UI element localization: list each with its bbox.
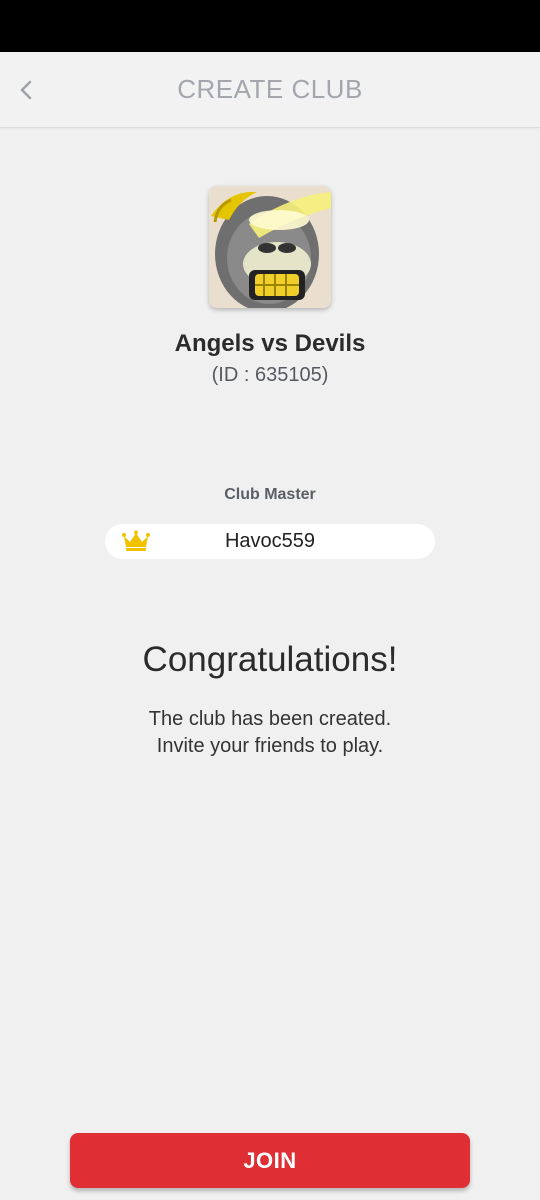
club-avatar xyxy=(209,186,331,308)
club-master-name: Havoc559 xyxy=(224,530,316,552)
success-message: The club has been created. Invite your f… xyxy=(0,706,540,760)
app-header: CREATE CLUB xyxy=(0,52,540,128)
status-bar xyxy=(0,0,540,52)
success-message-line-1: The club has been created. xyxy=(148,708,392,730)
club-id: (ID : 635105) xyxy=(211,364,329,386)
club-master-card: Havoc559 xyxy=(105,524,435,559)
congratulations-heading: Congratulations! xyxy=(142,640,398,679)
club-master-label: Club Master xyxy=(224,486,316,503)
join-button[interactable]: JOIN xyxy=(70,1133,470,1188)
club-name: Angels vs Devils xyxy=(174,330,366,357)
ape-avatar-image xyxy=(209,186,331,308)
page-title: CREATE CLUB xyxy=(177,74,363,104)
success-message-line-2: Invite your friends to play. xyxy=(156,735,384,757)
